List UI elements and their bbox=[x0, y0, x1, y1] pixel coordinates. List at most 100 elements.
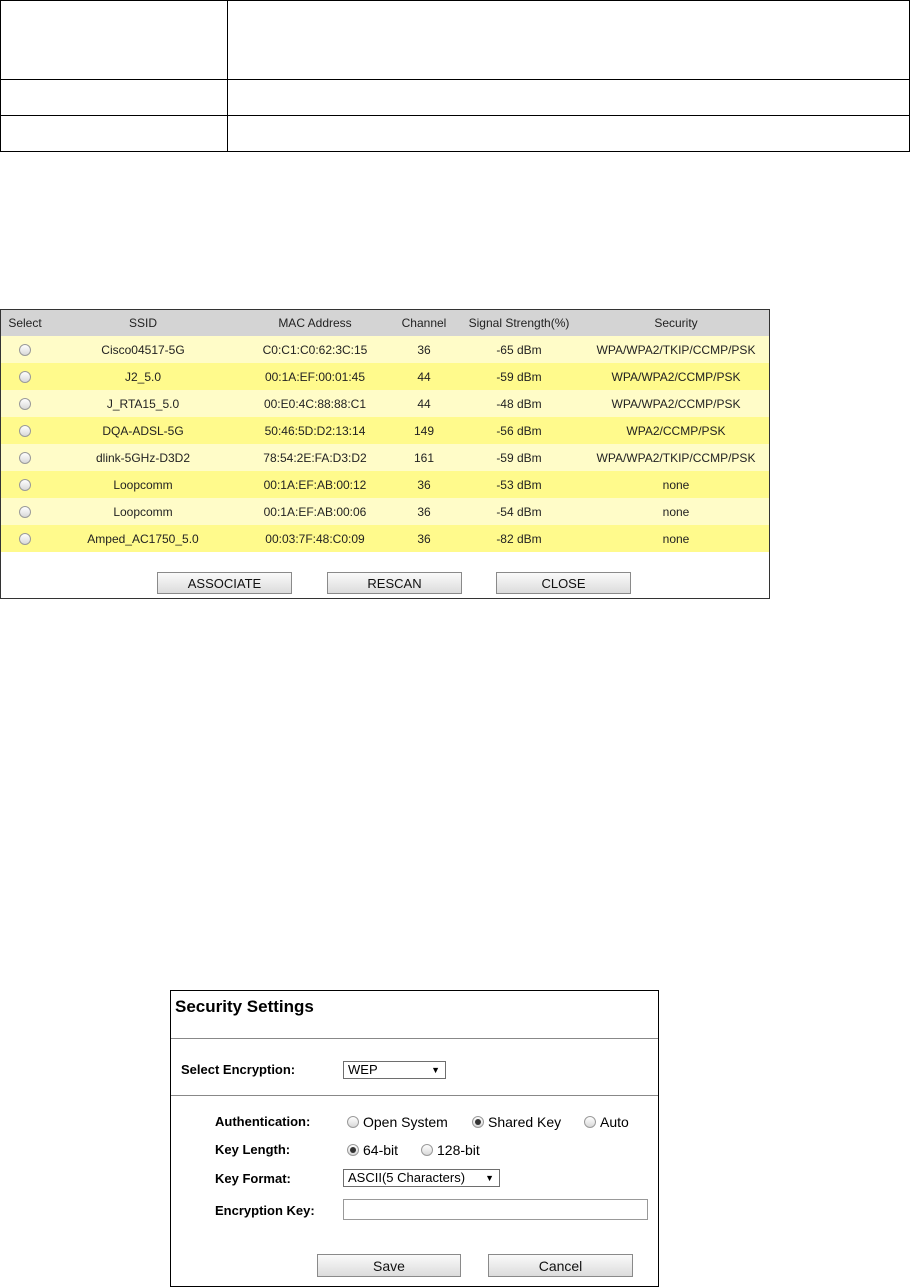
select-cell bbox=[1, 336, 49, 363]
table-header-row: Select SSID MAC Address Channel Signal S… bbox=[1, 310, 769, 336]
radio-icon[interactable] bbox=[19, 398, 31, 411]
table-row[interactable]: Loopcomm 00:1A:EF:AB:00:12 36 -53 dBm no… bbox=[1, 471, 769, 498]
channel-cell: 36 bbox=[393, 336, 455, 363]
select-cell bbox=[1, 390, 49, 417]
auth-option-open-system[interactable]: Open System bbox=[347, 1114, 448, 1130]
signal-cell: -53 dBm bbox=[455, 471, 583, 498]
channel-cell: 36 bbox=[393, 471, 455, 498]
cancel-button[interactable]: Cancel bbox=[488, 1254, 633, 1277]
auth-option-shared-key[interactable]: Shared Key bbox=[472, 1114, 561, 1130]
radio-icon[interactable] bbox=[19, 344, 31, 357]
radio-icon[interactable] bbox=[19, 371, 31, 384]
table-row[interactable]: J_RTA15_5.0 00:E0:4C:88:88:C1 44 -48 dBm… bbox=[1, 390, 769, 417]
encryption-key-input[interactable] bbox=[343, 1199, 648, 1220]
signal-cell: -56 dBm bbox=[455, 417, 583, 444]
site-survey-panel: Select SSID MAC Address Channel Signal S… bbox=[0, 309, 770, 599]
ssid-cell: Cisco04517-5G bbox=[49, 336, 237, 363]
security-cell: WPA/WPA2/TKIP/CCMP/PSK bbox=[583, 444, 769, 471]
security-cell: none bbox=[583, 525, 769, 552]
mac-cell: 00:03:7F:48:C0:09 bbox=[237, 525, 393, 552]
col-header-ssid: SSID bbox=[49, 310, 237, 336]
table-cell bbox=[227, 0, 910, 80]
site-survey-table: Select SSID MAC Address Channel Signal S… bbox=[1, 310, 769, 552]
table-row bbox=[0, 79, 910, 116]
auth-option-label: Shared Key bbox=[488, 1114, 562, 1130]
mac-cell: 00:1A:EF:00:01:45 bbox=[237, 363, 393, 390]
rescan-button[interactable]: RESCAN bbox=[327, 572, 462, 594]
channel-cell: 36 bbox=[393, 498, 455, 525]
table-cell bbox=[227, 115, 910, 152]
encryption-select[interactable]: WEP ▼ bbox=[343, 1061, 446, 1079]
empty-table bbox=[0, 0, 910, 152]
mac-cell: 00:1A:EF:AB:00:12 bbox=[237, 471, 393, 498]
divider bbox=[171, 1095, 658, 1096]
authentication-label: Authentication: bbox=[215, 1114, 311, 1129]
key-length-option-label: 128-bit bbox=[437, 1142, 480, 1158]
key-format-select[interactable]: ASCII(5 Characters) ▼ bbox=[343, 1169, 500, 1187]
security-cell: WPA/WPA2/CCMP/PSK bbox=[583, 390, 769, 417]
radio-icon[interactable] bbox=[19, 425, 31, 438]
select-cell bbox=[1, 471, 49, 498]
survey-button-row: ASSOCIATE RESCAN CLOSE bbox=[1, 572, 769, 596]
panel-title: Security Settings bbox=[175, 997, 314, 1016]
signal-cell: -65 dBm bbox=[455, 336, 583, 363]
radio-icon[interactable] bbox=[19, 533, 31, 546]
close-button[interactable]: CLOSE bbox=[496, 572, 631, 594]
mac-cell: 78:54:2E:FA:D3:D2 bbox=[237, 444, 393, 471]
ssid-cell: Loopcomm bbox=[49, 498, 237, 525]
radio-icon[interactable] bbox=[421, 1144, 433, 1156]
table-cell bbox=[0, 115, 228, 152]
associate-button[interactable]: ASSOCIATE bbox=[157, 572, 292, 594]
channel-cell: 44 bbox=[393, 363, 455, 390]
channel-cell: 36 bbox=[393, 525, 455, 552]
key-format-label: Key Format: bbox=[215, 1171, 291, 1186]
mac-cell: 50:46:5D:D2:13:14 bbox=[237, 417, 393, 444]
table-row[interactable]: DQA-ADSL-5G 50:46:5D:D2:13:14 149 -56 dB… bbox=[1, 417, 769, 444]
radio-icon[interactable] bbox=[584, 1116, 596, 1128]
key-length-option-128[interactable]: 128-bit bbox=[421, 1142, 480, 1158]
table-cell bbox=[0, 0, 228, 80]
table-cell bbox=[0, 79, 228, 116]
radio-icon[interactable] bbox=[19, 479, 31, 492]
key-length-option-64[interactable]: 64-bit bbox=[347, 1142, 398, 1158]
col-header-signal: Signal Strength(%) bbox=[455, 310, 583, 336]
ssid-cell: dlink-5GHz-D3D2 bbox=[49, 444, 237, 471]
select-cell bbox=[1, 417, 49, 444]
radio-icon[interactable] bbox=[347, 1116, 359, 1128]
channel-cell: 161 bbox=[393, 444, 455, 471]
ssid-cell: Loopcomm bbox=[49, 471, 237, 498]
encryption-key-label: Encryption Key: bbox=[215, 1203, 315, 1218]
signal-cell: -54 dBm bbox=[455, 498, 583, 525]
table-row[interactable]: J2_5.0 00:1A:EF:00:01:45 44 -59 dBm WPA/… bbox=[1, 363, 769, 390]
table-row[interactable]: Amped_AC1750_5.0 00:03:7F:48:C0:09 36 -8… bbox=[1, 525, 769, 552]
radio-icon[interactable] bbox=[19, 452, 31, 465]
mac-cell: 00:E0:4C:88:88:C1 bbox=[237, 390, 393, 417]
encryption-select-value: WEP bbox=[348, 1062, 378, 1077]
security-settings-panel: Security Settings Select Encryption: WEP… bbox=[170, 990, 659, 1287]
save-button[interactable]: Save bbox=[317, 1254, 461, 1277]
auth-option-label: Open System bbox=[363, 1114, 448, 1130]
security-cell: WPA2/CCMP/PSK bbox=[583, 417, 769, 444]
col-header-channel: Channel bbox=[393, 310, 455, 336]
table-row[interactable]: Cisco04517-5G C0:C1:C0:62:3C:15 36 -65 d… bbox=[1, 336, 769, 363]
divider bbox=[171, 1038, 658, 1039]
signal-cell: -59 dBm bbox=[455, 363, 583, 390]
table-row[interactable]: Loopcomm 00:1A:EF:AB:00:06 36 -54 dBm no… bbox=[1, 498, 769, 525]
radio-selected-icon[interactable] bbox=[472, 1116, 484, 1128]
security-cell: none bbox=[583, 498, 769, 525]
key-format-select-value: ASCII(5 Characters) bbox=[348, 1170, 466, 1185]
table-row[interactable]: dlink-5GHz-D3D2 78:54:2E:FA:D3:D2 161 -5… bbox=[1, 444, 769, 471]
auth-option-auto[interactable]: Auto bbox=[584, 1114, 629, 1130]
select-cell bbox=[1, 498, 49, 525]
col-header-security: Security bbox=[583, 310, 769, 336]
dropdown-arrow-icon: ▼ bbox=[485, 1173, 494, 1183]
select-cell bbox=[1, 363, 49, 390]
col-header-mac: MAC Address bbox=[237, 310, 393, 336]
ssid-cell: DQA-ADSL-5G bbox=[49, 417, 237, 444]
radio-icon[interactable] bbox=[19, 506, 31, 519]
key-length-option-label: 64-bit bbox=[363, 1142, 399, 1158]
security-cell: WPA/WPA2/CCMP/PSK bbox=[583, 363, 769, 390]
radio-selected-icon[interactable] bbox=[347, 1144, 359, 1156]
security-cell: none bbox=[583, 471, 769, 498]
ssid-cell: Amped_AC1750_5.0 bbox=[49, 525, 237, 552]
